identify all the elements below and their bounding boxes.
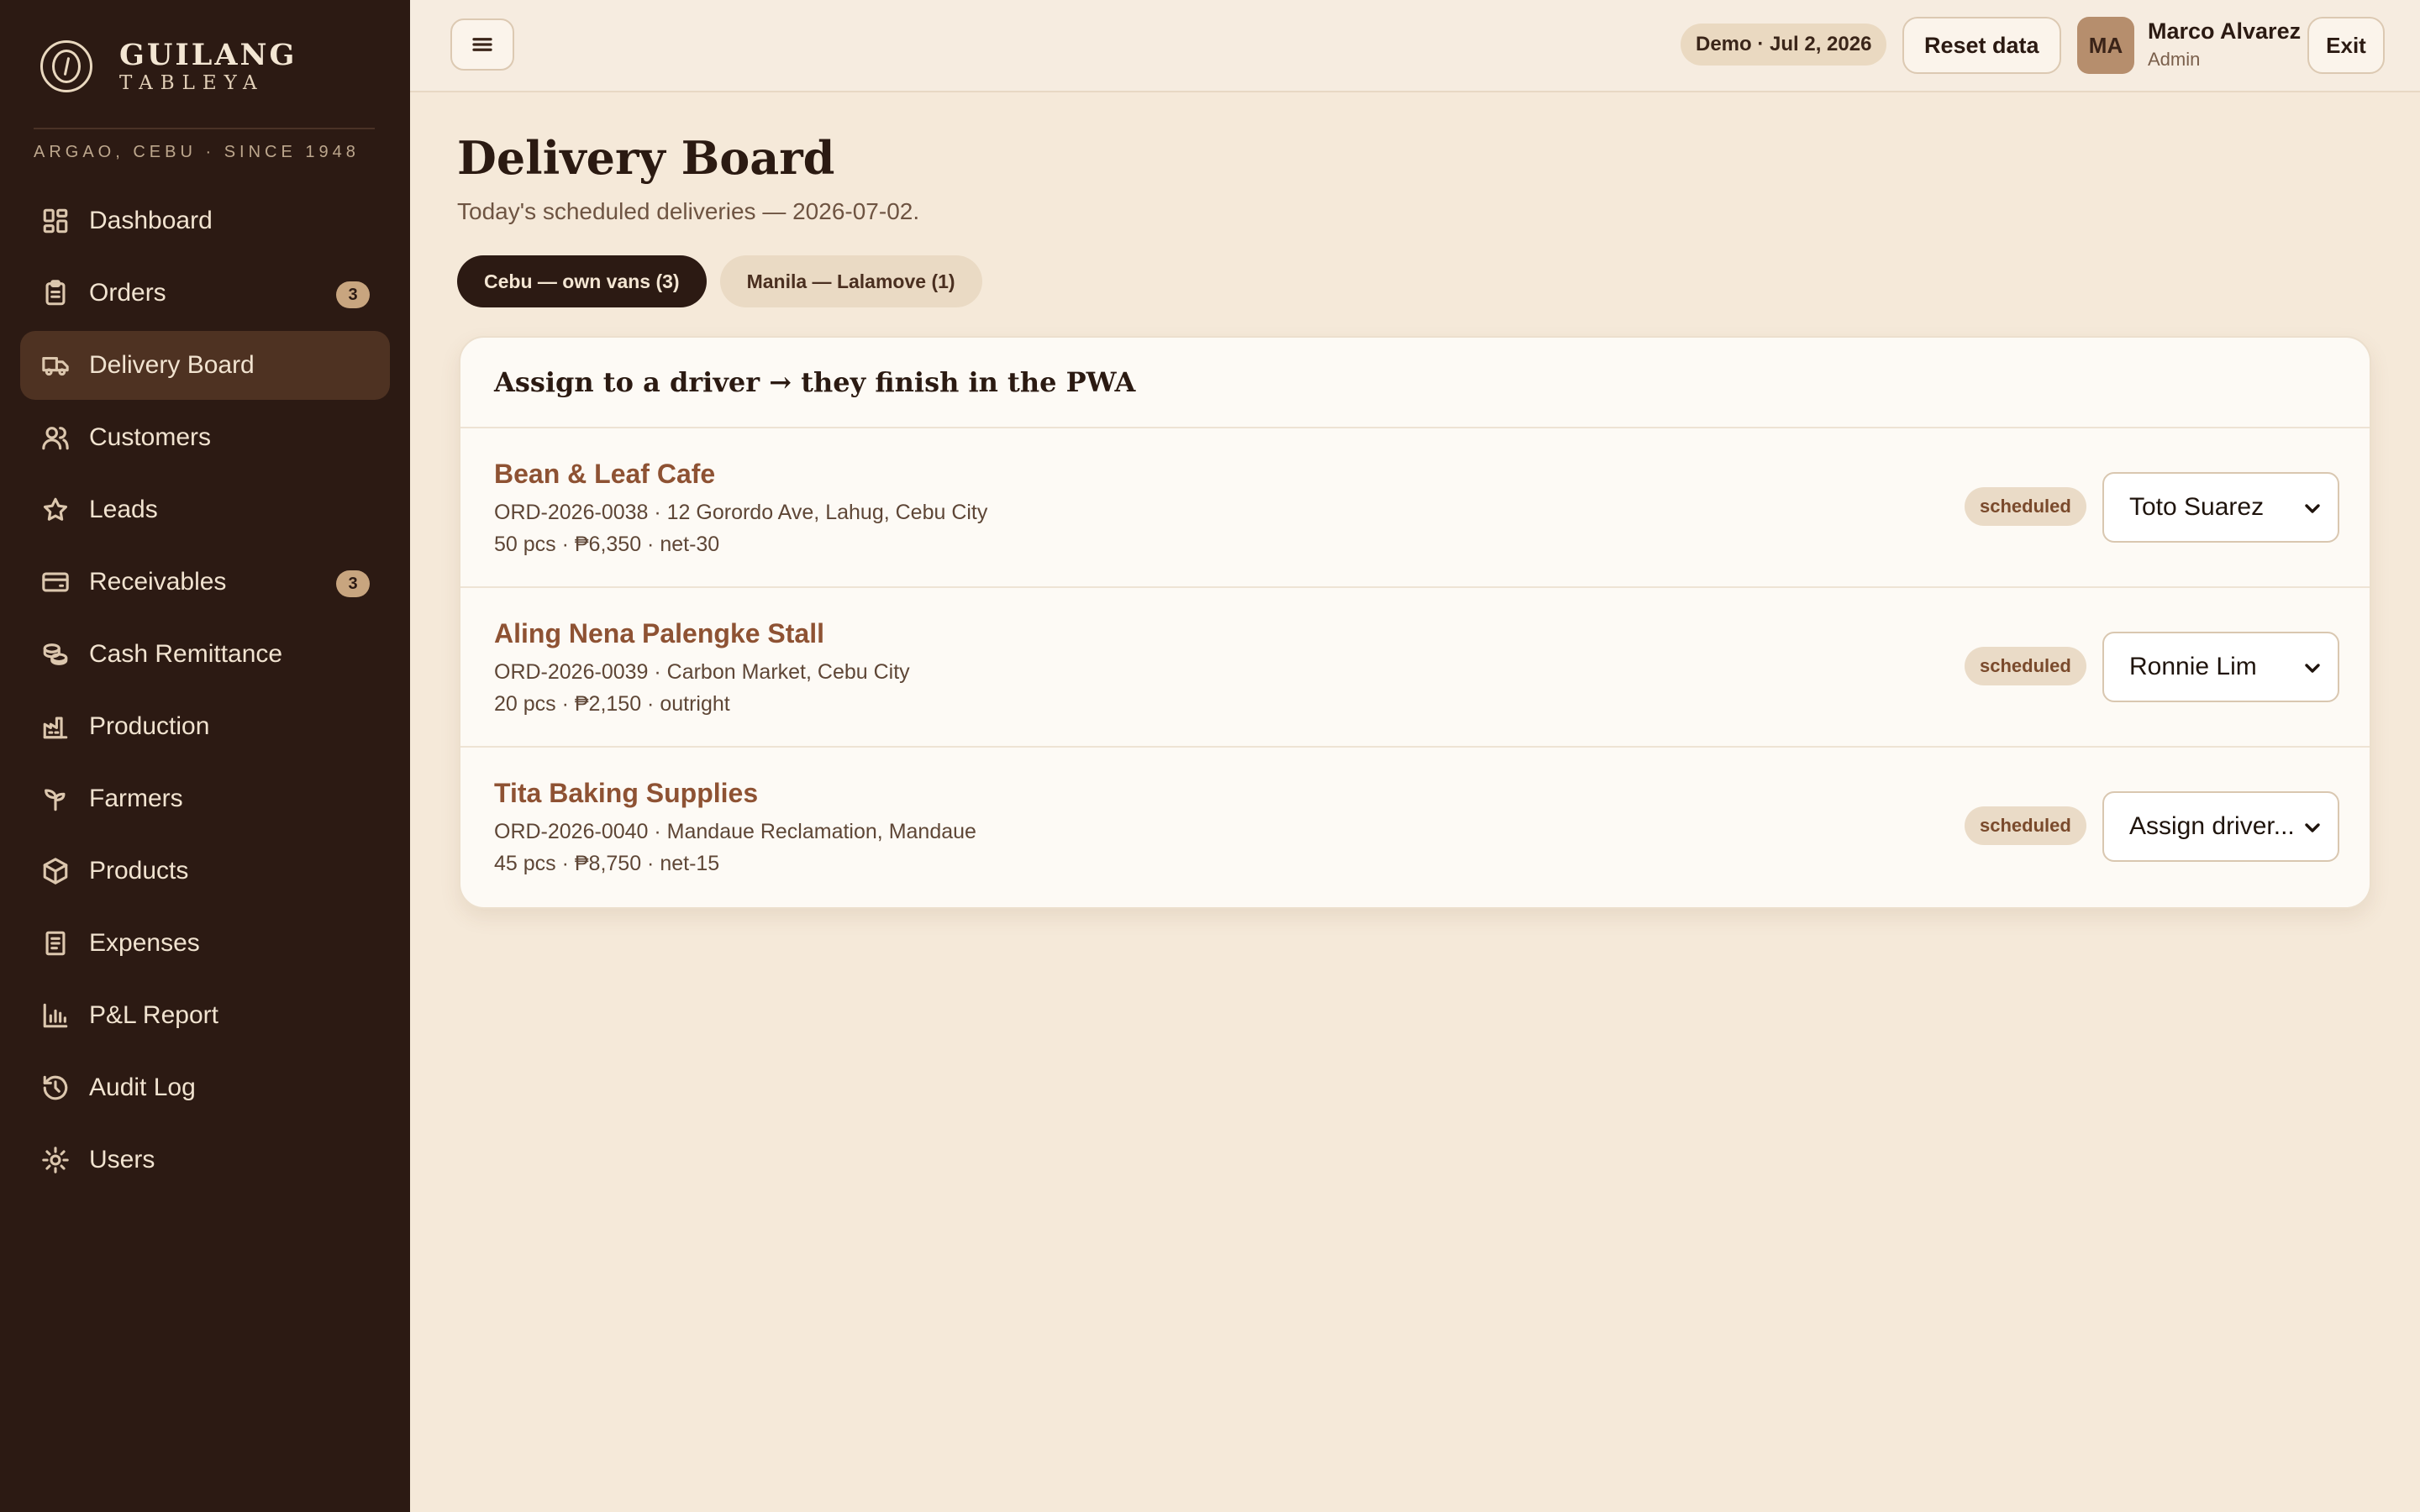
- chevron-down-icon: [2302, 657, 2323, 677]
- sidebar-item-label: Products: [89, 857, 189, 885]
- delivery-row: Aling Nena Palengke Stall ORD-2026-0039 …: [460, 588, 2370, 748]
- sidebar-item-expenses[interactable]: Expenses: [20, 909, 390, 978]
- topbar: Demo · Jul 2, 2026 Reset data MA Marco A…: [410, 0, 2420, 92]
- sidebar-item-label: Dashboard: [89, 207, 213, 234]
- star-icon: [40, 495, 71, 525]
- bar-chart-icon: [40, 1000, 71, 1031]
- sidebar: GUILANG TABLEYA ARGAO, CEBU · SINCE 1948…: [0, 0, 410, 1512]
- brand[interactable]: GUILANG TABLEYA: [40, 39, 297, 94]
- sidebar-item-label: Production: [89, 712, 210, 740]
- card-icon: [40, 567, 71, 597]
- coffee-bean-logo-icon: [40, 40, 92, 92]
- dashboard-icon: [40, 206, 71, 236]
- delivery-card: Assign to a driver → they finish in the …: [459, 336, 2371, 909]
- sidebar-item-farmers[interactable]: Farmers: [20, 764, 390, 833]
- sidebar-item-users[interactable]: Users: [20, 1126, 390, 1194]
- chevron-down-icon: [2302, 497, 2323, 517]
- page-subtitle: Today's scheduled deliveries — 2026-07-0…: [457, 198, 920, 224]
- sidebar-item-label: Leads: [89, 496, 158, 523]
- sidebar-item-dashboard[interactable]: Dashboard: [20, 186, 390, 255]
- truck-icon: [40, 350, 71, 381]
- order-address: ORD-2026-0040 · Mandaue Reclamation, Man…: [494, 820, 976, 843]
- order-summary: 50 pcs · ₱6,350 · net-30: [494, 533, 720, 556]
- delivery-row: Bean & Leaf Cafe ORD-2026-0038 · 12 Goro…: [460, 428, 2370, 588]
- order-address: ORD-2026-0039 · Carbon Market, Cebu City: [494, 660, 910, 684]
- brand-text: GUILANG TABLEYA: [119, 38, 297, 95]
- coins-icon: [40, 639, 71, 669]
- sidebar-item-audit-log[interactable]: Audit Log: [20, 1053, 390, 1122]
- driver-select-value: Ronnie Lim: [2129, 653, 2257, 680]
- clipboard-icon: [40, 278, 71, 308]
- sidebar-item-delivery-board[interactable]: Delivery Board: [20, 331, 390, 400]
- user-role: Admin: [2148, 49, 2201, 70]
- sidebar-item-label: Cash Remittance: [89, 640, 283, 668]
- driver-select[interactable]: Assign driver...: [2102, 791, 2339, 862]
- delivery-row: Tita Baking Supplies ORD-2026-0040 · Man…: [460, 748, 2370, 907]
- hamburger-menu-icon: [472, 38, 492, 51]
- sidebar-item-production[interactable]: Production: [20, 692, 390, 761]
- sprout-icon: [40, 784, 71, 814]
- menu-toggle-button[interactable]: [450, 18, 514, 71]
- reset-data-button[interactable]: Reset data: [1902, 17, 2061, 74]
- exit-button[interactable]: Exit: [2307, 17, 2385, 74]
- orders-count-badge: 3: [336, 281, 370, 308]
- driver-select-value: Toto Suarez: [2129, 493, 2265, 521]
- sidebar-item-label: Receivables: [89, 568, 227, 596]
- sidebar-item-leads[interactable]: Leads: [20, 475, 390, 544]
- sidebar-item-label: Customers: [89, 423, 212, 451]
- sidebar-item-receivables[interactable]: Receivables 3: [20, 548, 390, 617]
- sidebar-item-label: Farmers: [89, 785, 183, 812]
- sidebar-item-orders[interactable]: Orders 3: [20, 259, 390, 328]
- brand-sub: TABLEYA: [119, 72, 265, 94]
- sidebar-item-pl-report[interactable]: P&L Report: [20, 981, 390, 1050]
- avatar[interactable]: MA: [2077, 17, 2134, 74]
- page-title: Delivery Board: [457, 131, 835, 185]
- receipt-icon: [40, 928, 71, 958]
- status-badge: scheduled: [1965, 806, 2086, 845]
- history-icon: [40, 1073, 71, 1103]
- box-icon: [40, 856, 71, 886]
- order-address: ORD-2026-0038 · 12 Gorordo Ave, Lahug, C…: [494, 501, 988, 524]
- customer-name-link[interactable]: Bean & Leaf Cafe: [494, 459, 715, 490]
- sidebar-item-products[interactable]: Products: [20, 837, 390, 906]
- sidebar-item-label: Audit Log: [89, 1074, 196, 1101]
- driver-select-value: Assign driver...: [2129, 812, 2295, 840]
- region-tabs: Cebu — own vans (3) Manila — Lalamove (1…: [457, 255, 982, 307]
- customer-name-link[interactable]: Aling Nena Palengke Stall: [494, 618, 824, 649]
- sidebar-item-customers[interactable]: Customers: [20, 403, 390, 472]
- sidebar-item-label: P&L Report: [89, 1001, 218, 1029]
- tab-cebu[interactable]: Cebu — own vans (3): [457, 255, 707, 307]
- customers-icon: [40, 423, 71, 453]
- brand-tagline: ARGAO, CEBU · SINCE 1948: [34, 143, 360, 161]
- demo-date-badge: Demo · Jul 2, 2026: [1681, 24, 1887, 66]
- brand-name: GUILANG: [119, 38, 297, 72]
- sidebar-item-label: Users: [89, 1146, 155, 1173]
- user-name: Marco Alvarez: [2148, 18, 2302, 44]
- chevron-down-icon: [2302, 816, 2323, 837]
- brand-divider: [34, 128, 375, 129]
- sidebar-nav: Dashboard Orders 3 Delivery Board Custom…: [20, 186, 390, 1198]
- customer-name-link[interactable]: Tita Baking Supplies: [494, 778, 758, 809]
- sidebar-item-label: Delivery Board: [89, 351, 255, 379]
- receivables-count-badge: 3: [336, 570, 370, 597]
- status-badge: scheduled: [1965, 647, 2086, 685]
- tab-manila[interactable]: Manila — Lalamove (1): [719, 255, 982, 307]
- order-summary: 20 pcs · ₱2,150 · outright: [494, 692, 730, 716]
- factory-icon: [40, 711, 71, 742]
- driver-select[interactable]: Toto Suarez: [2102, 472, 2339, 543]
- driver-select[interactable]: Ronnie Lim: [2102, 632, 2339, 702]
- sidebar-item-label: Orders: [89, 279, 166, 307]
- sidebar-item-label: Expenses: [89, 929, 200, 957]
- card-title: Assign to a driver → they finish in the …: [460, 338, 2370, 428]
- status-badge: scheduled: [1965, 487, 2086, 526]
- gear-icon: [40, 1145, 71, 1175]
- order-summary: 45 pcs · ₱8,750 · net-15: [494, 852, 720, 875]
- sidebar-item-cash-remittance[interactable]: Cash Remittance: [20, 620, 390, 689]
